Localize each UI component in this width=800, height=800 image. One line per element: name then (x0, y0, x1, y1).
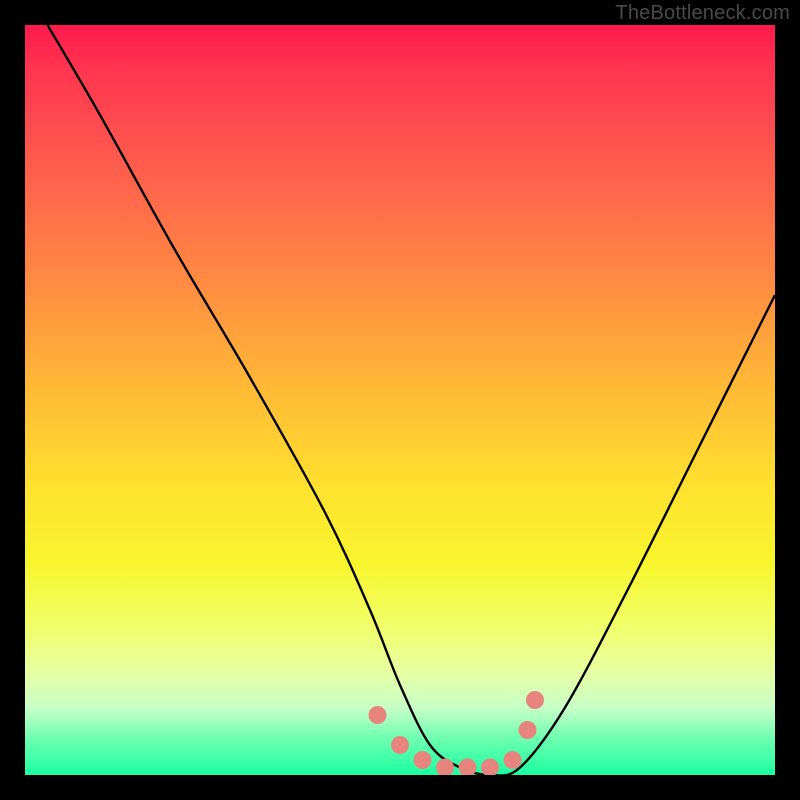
curve-line (48, 25, 776, 775)
plot-area (25, 25, 775, 775)
watermark-text: TheBottleneck.com (615, 2, 790, 25)
marker-point (459, 759, 477, 776)
marker-point (504, 751, 522, 769)
marker-point (519, 721, 537, 739)
marker-point (369, 706, 387, 724)
highlight-markers (369, 691, 545, 775)
marker-point (391, 736, 409, 754)
chart-frame: TheBottleneck.com (0, 0, 800, 800)
bottleneck-curve (48, 25, 776, 775)
marker-point (526, 691, 544, 709)
marker-point (414, 751, 432, 769)
marker-point (481, 759, 499, 776)
chart-svg (25, 25, 775, 775)
marker-point (436, 759, 454, 776)
